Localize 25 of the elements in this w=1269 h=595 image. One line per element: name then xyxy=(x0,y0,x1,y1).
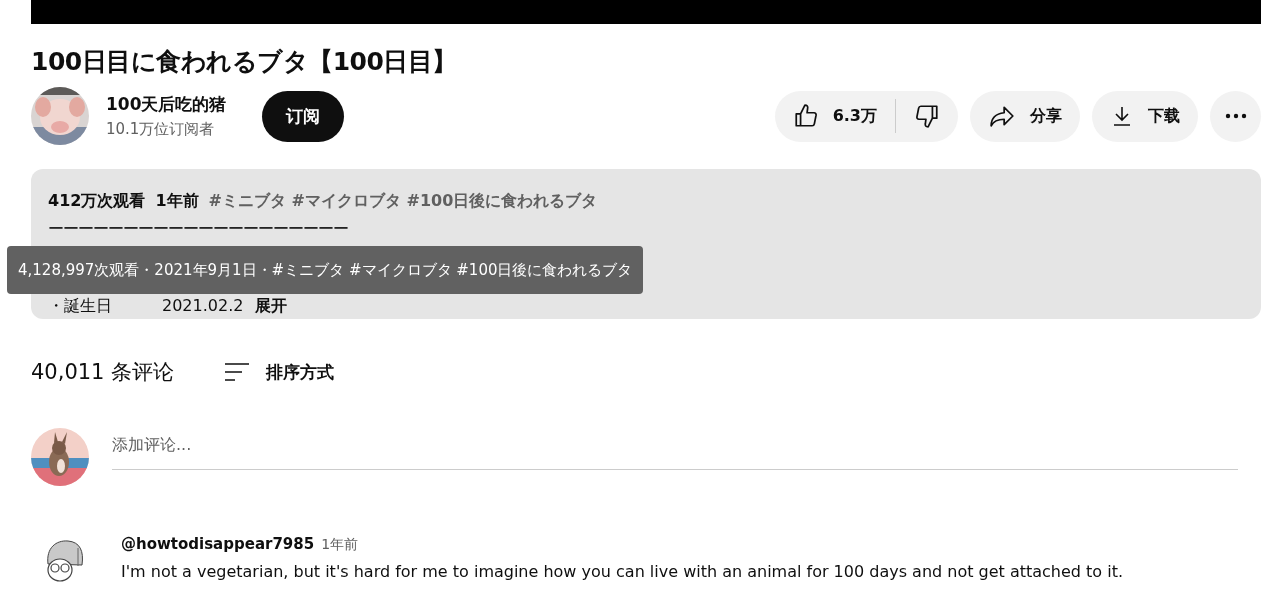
download-button[interactable]: 下载 xyxy=(1092,90,1198,142)
comment-input-field[interactable]: 添加评论... xyxy=(112,424,1238,470)
comment-count: 40,011 条评论 xyxy=(31,359,176,386)
tooltip: 4,128,997次观看・2021年9月1日・#ミニブタ #マイクロブタ #100日後に食われるブタ xyxy=(7,246,644,294)
description-text: ーーーーーーーーーーーーーーーーーーーー xyxy=(48,218,349,240)
description-text: ・誕生日 xyxy=(48,296,112,315)
upload-age: 1年前 xyxy=(155,191,199,210)
thumbs-down-icon xyxy=(914,103,940,129)
share-button[interactable]: 分享 xyxy=(970,90,1080,142)
sort-icon xyxy=(224,362,250,382)
channel-name[interactable]: 100天后吃的猪 xyxy=(106,93,227,116)
comment-time[interactable]: 1年前 xyxy=(321,536,359,552)
subscriber-count: 10.1万位订阅者 xyxy=(106,120,216,139)
comment-author[interactable]: @howtodisappear7985 xyxy=(121,535,315,553)
more-icon xyxy=(1224,113,1247,119)
like-button[interactable]: 6.3万 xyxy=(774,90,895,142)
thumbs-up-icon xyxy=(792,103,819,129)
sort-button[interactable]: 排序方式 xyxy=(224,360,334,384)
video-title: 100日目に食われるブタ【100日目】 xyxy=(31,46,458,78)
subscribe-button[interactable]: 订阅 xyxy=(261,90,344,142)
view-count: 412万次观看 xyxy=(48,191,146,210)
comment-text: I'm not a vegetarian, but it's hard for me to imagine how you can live with an animal for 100 days and not get attached to it. xyxy=(121,562,1124,581)
description-text: 2021.02.2 xyxy=(162,296,244,315)
expand-link[interactable]: 展开 xyxy=(255,296,288,315)
hashtags[interactable]: #ミニブタ #マイクロブタ #100日後に食われるブタ xyxy=(208,191,598,210)
